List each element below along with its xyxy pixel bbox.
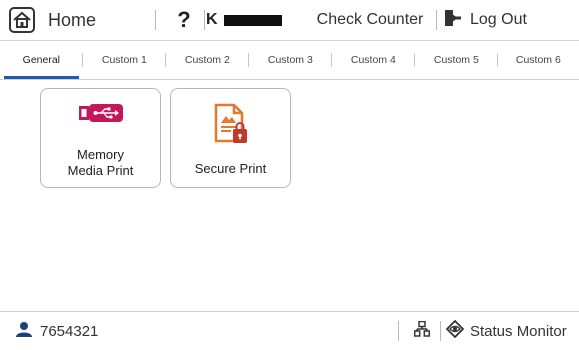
tab-custom-3[interactable]: Custom 3 [249, 41, 332, 79]
secure-document-icon [171, 103, 290, 145]
secure-print-button[interactable]: Secure Print [170, 88, 291, 188]
tab-custom-1[interactable]: Custom 1 [83, 41, 166, 79]
tab-custom-2[interactable]: Custom 2 [166, 41, 249, 79]
memory-media-print-label-line2: Media Print [67, 163, 134, 178]
user-id: 7654321 [40, 322, 99, 340]
network-icon [413, 320, 431, 342]
redacted-username [223, 14, 282, 26]
divider [436, 10, 437, 30]
check-counter-button[interactable]: Check Counter [310, 0, 430, 40]
status-bar: 7654321 Status Monitor [0, 311, 579, 350]
memory-media-print-label: Memory Media Print [41, 147, 160, 179]
memory-media-print-label-line1: Memory [77, 147, 124, 162]
usb-memory-icon [41, 103, 160, 123]
tab-custom-5[interactable]: Custom 5 [415, 41, 498, 79]
function-tiles-area: Memory Media Print Secure Print [0, 80, 579, 310]
status-monitor-icon [445, 319, 465, 343]
divider [155, 10, 156, 30]
network-button[interactable] [410, 312, 434, 350]
home-icon [8, 6, 36, 34]
divider [398, 321, 399, 341]
status-monitor-button[interactable]: Status Monitor [445, 312, 567, 350]
home-label: Home [48, 9, 97, 30]
status-monitor-label: Status Monitor [470, 322, 567, 340]
log-out-label: Log Out [470, 11, 527, 28]
help-button[interactable]: ? [170, 0, 198, 40]
tab-bar: General Custom 1 Custom 2 Custom 3 Custo… [0, 41, 579, 80]
divider [440, 321, 441, 341]
user-initial: K [206, 11, 218, 28]
user-info[interactable]: 7654321 [16, 312, 98, 350]
logged-in-user: K [206, 0, 292, 40]
top-bar: Home ? K Check Counter Log Out [0, 0, 579, 41]
user-icon [16, 321, 32, 342]
logout-icon [444, 9, 462, 32]
memory-media-print-button[interactable]: Memory Media Print [40, 88, 161, 188]
tab-custom-6[interactable]: Custom 6 [497, 41, 579, 79]
home-button[interactable]: Home [6, 0, 136, 40]
tab-general[interactable]: General [0, 41, 83, 79]
log-out-button[interactable]: Log Out [444, 0, 564, 40]
tab-custom-4[interactable]: Custom 4 [332, 41, 415, 79]
divider [204, 10, 205, 30]
secure-print-label: Secure Print [194, 161, 267, 176]
